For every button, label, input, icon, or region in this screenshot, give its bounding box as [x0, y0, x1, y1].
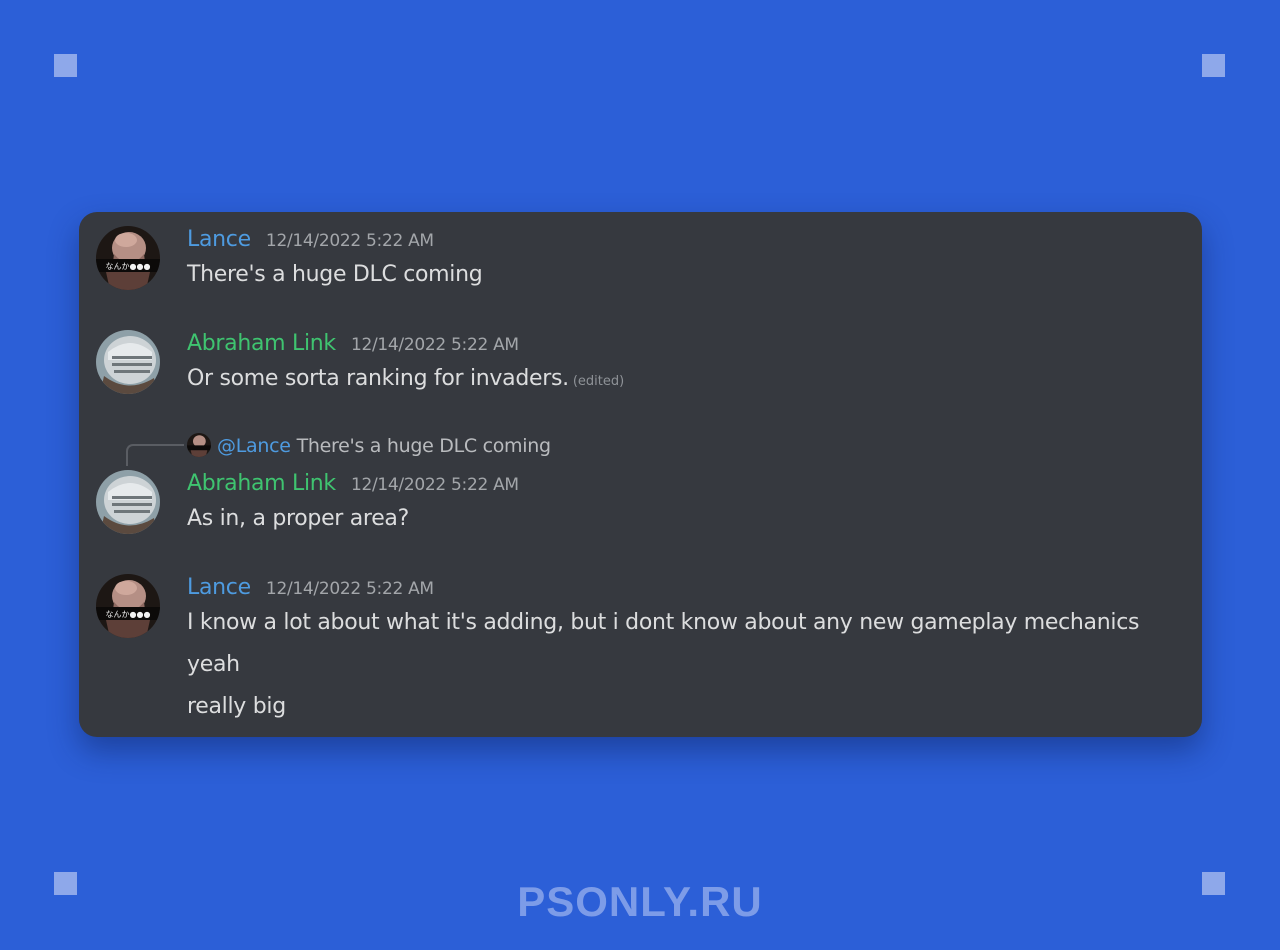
timestamp[interactable]: 12/14/2022 5:22 AM [266, 231, 434, 251]
corner-decoration-top-right [1202, 54, 1225, 77]
abraham-link-avatar[interactable] [96, 330, 160, 394]
message-header: Abraham Link 12/14/2022 5:22 AM [187, 331, 519, 357]
message-header: Lance 12/14/2022 5:22 AM [187, 575, 434, 601]
username[interactable]: Abraham Link [187, 471, 336, 496]
message-text: As in, a proper area? [187, 506, 409, 531]
lance-avatar[interactable]: なんか●●● [96, 574, 160, 638]
reply-mention[interactable]: @Lance [217, 435, 291, 457]
message-text: There's a huge DLC coming [187, 262, 483, 287]
username[interactable]: Lance [187, 227, 251, 252]
abraham-link-avatar[interactable] [96, 470, 160, 534]
svg-text:なんか●●●: なんか●●● [106, 610, 151, 619]
reply-connector-line [126, 444, 184, 466]
watermark: PSONLY.RU [517, 878, 763, 925]
reply-preview[interactable]: @Lance There's a huge DLC coming [187, 432, 551, 459]
reply-avatar [187, 432, 211, 457]
timestamp[interactable]: 12/14/2022 5:22 AM [351, 335, 519, 355]
edited-label: (edited) [572, 374, 625, 389]
username[interactable]: Abraham Link [187, 331, 336, 356]
reply-text: There's a huge DLC coming [296, 435, 551, 457]
lance-avatar[interactable]: なんか●●● [96, 226, 160, 290]
message-text: really big [187, 694, 286, 719]
message-text: yeah [187, 652, 240, 677]
timestamp[interactable]: 12/14/2022 5:22 AM [351, 475, 519, 495]
message-header: Abraham Link 12/14/2022 5:22 AM [187, 471, 519, 497]
timestamp[interactable]: 12/14/2022 5:22 AM [266, 579, 434, 599]
username[interactable]: Lance [187, 575, 251, 600]
message-text-body: Or some sorta ranking for invaders. [187, 366, 569, 391]
message-header: Lance 12/14/2022 5:22 AM [187, 227, 434, 253]
message-text: I know a lot about what it's adding, but… [187, 610, 1140, 635]
svg-text:なんか●●●: なんか●●● [106, 262, 151, 271]
message-text: Or some sorta ranking for invaders. (edit… [187, 366, 624, 395]
corner-decoration-top-left [54, 54, 77, 77]
chat-message-card: なんか●●● Lance 12/14/2022 5:22 AM There's … [79, 212, 1202, 737]
